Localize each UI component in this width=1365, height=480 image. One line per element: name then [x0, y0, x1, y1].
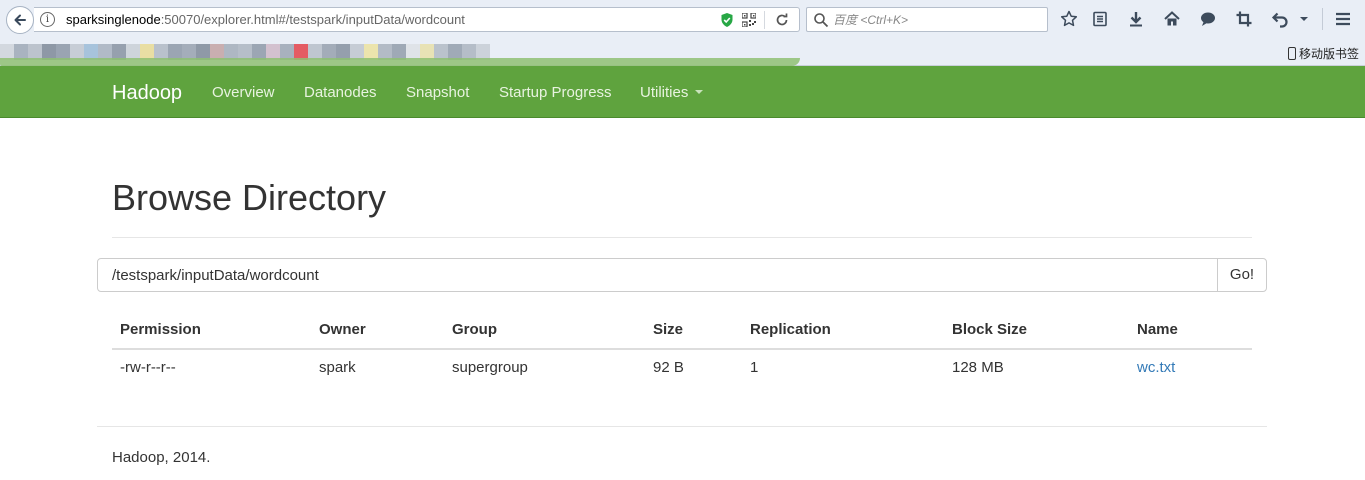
directory-path-input[interactable] — [97, 258, 1218, 292]
url-host: sparksinglenode — [66, 12, 161, 27]
undo-icon[interactable] — [1270, 9, 1290, 29]
qr-code-icon[interactable] — [742, 13, 756, 27]
address-bar[interactable]: i sparksinglenode:50070/explorer.html#/t… — [34, 7, 800, 32]
shield-check-icon[interactable] — [720, 12, 734, 28]
arrow-left-icon — [14, 14, 26, 26]
go-button[interactable]: Go! — [1217, 258, 1267, 292]
hadoop-navbar: Hadoop Overview Datanodes Snapshot Start… — [0, 66, 1365, 118]
toolbar-separator — [1322, 8, 1323, 30]
cell-owner: spark — [319, 359, 356, 376]
column-header-group[interactable]: Group — [452, 321, 497, 338]
nav-utilities[interactable]: Utilities — [640, 84, 704, 102]
chevron-down-icon[interactable] — [1297, 9, 1311, 29]
mobile-bookmarks[interactable]: 移动版书签 — [1287, 44, 1359, 62]
column-header-owner[interactable]: Owner — [319, 321, 366, 338]
column-header-size[interactable]: Size — [653, 321, 683, 338]
phone-icon — [1287, 46, 1296, 60]
title-divider — [112, 237, 1252, 238]
nav-snapshot[interactable]: Snapshot — [406, 84, 469, 102]
column-header-block-size[interactable]: Block Size — [952, 321, 1027, 338]
browser-toolbar: i sparksinglenode:50070/explorer.html#/t… — [0, 0, 1365, 40]
cell-replication: 1 — [750, 359, 759, 376]
cell-permission: -rw-r--r-- — [120, 359, 176, 376]
footer-text: Hadoop, 2014. — [112, 449, 211, 466]
nav-utilities-label: Utilities — [640, 84, 689, 101]
browser-chrome: i sparksinglenode:50070/explorer.html#/t… — [0, 0, 1365, 66]
page-title: Browse Directory — [112, 177, 387, 218]
caret-down-icon — [695, 90, 704, 95]
column-header-permission[interactable]: Permission — [120, 321, 201, 338]
table-header-divider — [112, 348, 1252, 350]
nav-startup-progress[interactable]: Startup Progress — [499, 84, 612, 102]
reload-icon[interactable] — [774, 12, 790, 28]
cell-size: 92 B — [653, 359, 684, 376]
info-icon[interactable]: i — [40, 12, 55, 27]
star-icon[interactable] — [1059, 9, 1079, 29]
url-separator — [764, 11, 765, 29]
menu-icon[interactable] — [1333, 9, 1353, 29]
brand-link[interactable]: Hadoop — [112, 82, 182, 104]
url-text[interactable]: sparksinglenode:50070/explorer.html#/tes… — [66, 12, 465, 28]
back-button[interactable] — [6, 6, 34, 34]
column-header-replication[interactable]: Replication — [750, 321, 831, 338]
home-icon[interactable] — [1162, 9, 1182, 29]
crop-screenshot-icon[interactable] — [1234, 9, 1254, 29]
cell-block-size: 128 MB — [952, 359, 1004, 376]
footer-divider — [97, 426, 1267, 427]
file-name-link[interactable]: wc.txt — [1137, 359, 1175, 376]
blurred-tab-edge — [0, 58, 800, 66]
chat-icon[interactable] — [1198, 9, 1218, 29]
search-input[interactable] — [833, 11, 1033, 29]
download-icon[interactable] — [1126, 9, 1146, 29]
reading-list-icon[interactable] — [1090, 9, 1110, 29]
search-icon — [814, 13, 829, 28]
mobile-bookmarks-label: 移动版书签 — [1298, 46, 1359, 61]
column-header-name[interactable]: Name — [1137, 321, 1178, 338]
cell-group: supergroup — [452, 359, 528, 376]
url-path: :50070/explorer.html#/testspark/inputDat… — [160, 12, 465, 27]
search-bar[interactable] — [806, 7, 1048, 32]
nav-datanodes[interactable]: Datanodes — [304, 84, 377, 102]
nav-overview[interactable]: Overview — [212, 84, 275, 102]
